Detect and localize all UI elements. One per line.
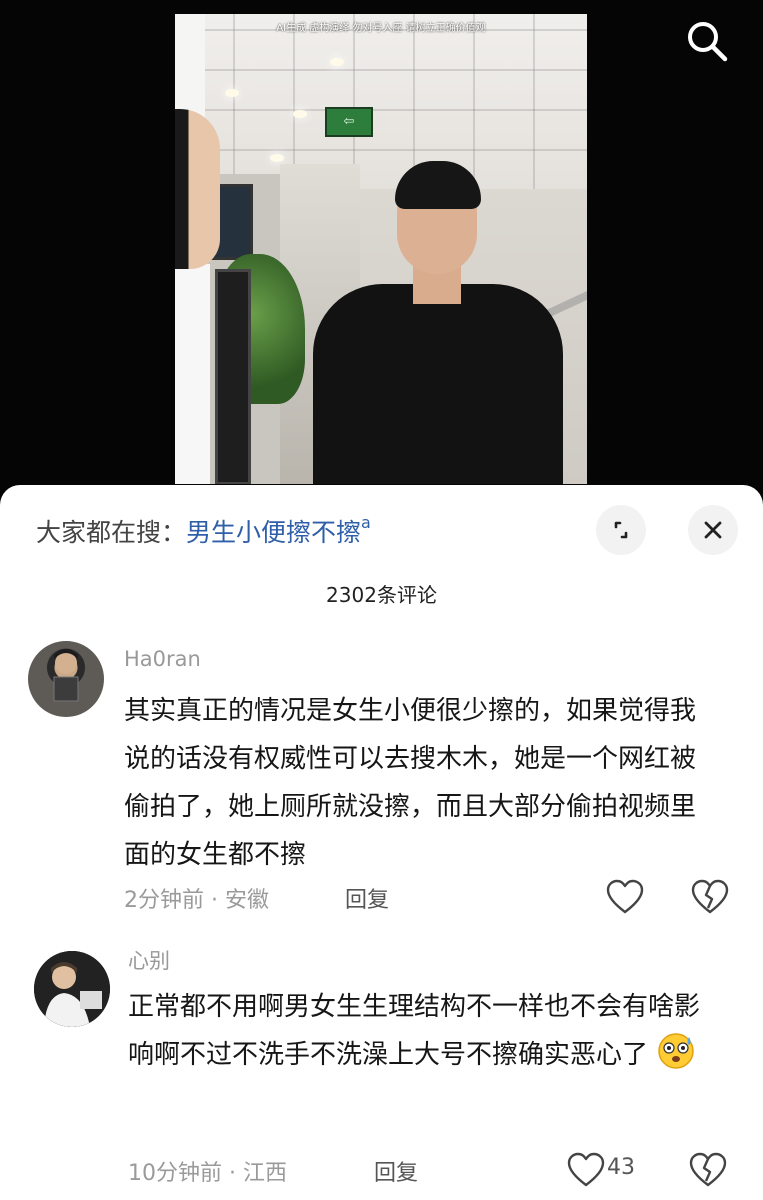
hot-search-term[interactable]: 男生小便擦不擦 [186,518,361,547]
video-frame[interactable]: ⇦ AI生成 虚构演绎 勿对号入座 请树立正确价值观 [175,14,587,484]
like-icon[interactable] [605,878,645,918]
expand-button[interactable] [596,505,646,555]
comment-meta: 2分钟前 · 安徽 [124,882,269,914]
dislike-icon[interactable] [690,878,730,918]
comment-text: 正常都不用啊男女生生理结构不一样也不会有啥影响啊不过不洗手不洗澡上大号不擦确实恶… [128,983,713,1079]
person-left-head [175,109,220,269]
comment-text: 其实真正的情况是女生小便很少擦的，如果觉得我说的话没有权威性可以去搜木木，她是一… [124,696,697,870]
comment-count: 2302条评论 [326,583,437,607]
reply-button[interactable]: 回复 [345,882,389,914]
expand-icon [614,521,628,539]
comment-text-body: 正常都不用啊男女生生理结构不一样也不会有啥影响啊不过不洗手不洗澡上大号不擦确实恶… [128,992,701,1070]
close-icon [704,521,722,539]
like-icon[interactable] [566,1151,606,1191]
person-left [175,264,210,484]
comment-time: 2分钟前 [124,888,204,913]
like-count: 43 [607,1155,635,1180]
meta-separator: · [229,1161,243,1186]
comment-sheet: 大家都在搜：男生小便擦不擦𝖺 2302条评论 Ha0ran 其实真正的情况是女生… [0,485,763,1200]
avatar[interactable] [34,951,110,1027]
comment-meta: 10分钟前 · 江西 [128,1155,287,1187]
ceiling-light [330,58,344,66]
person-main [313,284,563,484]
search-small-icon: 𝖺 [361,513,371,532]
comment-location: 江西 [243,1161,288,1186]
comment-username[interactable]: Ha0ran [124,647,201,671]
ceiling-light [293,110,307,118]
flushed-emoji-icon [656,1031,696,1071]
comment-username[interactable]: 心别 [128,945,170,975]
ceiling-light [270,154,284,162]
video-sign-stand [215,269,251,484]
video-watermark: AI生成 虚构演绎 勿对号入座 请树立正确价值观 [276,23,486,34]
video-player[interactable]: ⇦ AI生成 虚构演绎 勿对号入座 请树立正确价值观 [0,0,763,500]
meta-separator: · [211,888,225,913]
avatar[interactable] [28,641,104,717]
hot-search-prefix: 大家都在搜： [36,518,187,547]
comment-time: 10分钟前 [128,1161,222,1186]
video-ceiling [175,14,587,189]
exit-sign-icon: ⇦ [325,107,373,137]
ceiling-light [225,89,239,97]
close-button[interactable] [688,505,738,555]
reply-button[interactable]: 回复 [374,1155,418,1187]
hot-search-bar[interactable]: 大家都在搜：男生小便擦不擦𝖺 [36,513,371,549]
dislike-icon[interactable] [688,1151,728,1191]
search-icon[interactable] [684,18,730,64]
comment-location: 安徽 [225,888,270,913]
